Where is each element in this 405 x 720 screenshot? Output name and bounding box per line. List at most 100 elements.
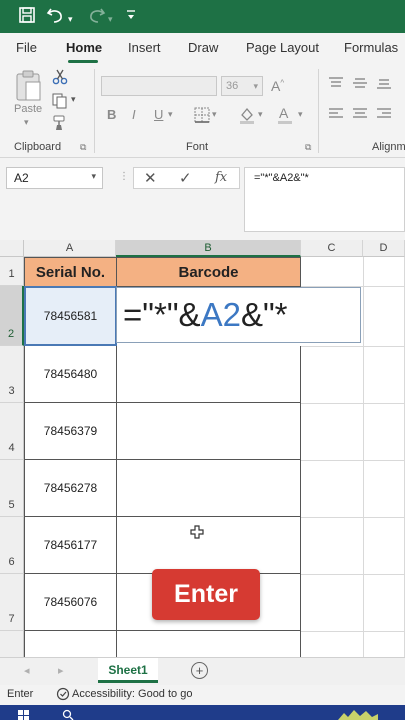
redo-dropdown-icon[interactable]: ▾ (108, 9, 113, 29)
row-header-1[interactable]: 1 (0, 257, 24, 286)
cell-b8[interactable] (116, 631, 301, 657)
cell-b5[interactable] (116, 460, 301, 517)
ribbon-tabs: File Home Insert Draw Page Layout Formul… (0, 33, 405, 63)
enter-key-overlay: Enter (152, 569, 260, 620)
font-color-button[interactable]: A (278, 105, 292, 124)
alignment-group-label: Alignm (372, 141, 405, 153)
row-header-4[interactable]: 4 (0, 403, 24, 460)
formula-suffix: &"* (240, 296, 288, 333)
cell-a4[interactable]: 78456379 (24, 403, 117, 460)
cut-icon[interactable] (52, 69, 68, 90)
font-launcher-icon[interactable]: ⧉ (305, 142, 311, 153)
accessibility-status[interactable]: Accessibility: Good to go (72, 688, 192, 700)
clipboard-launcher-icon[interactable]: ⧉ (80, 142, 86, 153)
paste-label[interactable]: Paste (14, 103, 42, 115)
ribbon-separator (94, 69, 95, 153)
cell-b1[interactable]: Barcode (116, 257, 301, 287)
increase-font-icon[interactable]: A^ (271, 78, 284, 94)
worksheet-grid: A B C D 1 2 3 4 5 6 7 Serial No. Barcode… (0, 240, 405, 657)
accessibility-icon[interactable] (56, 687, 70, 704)
redo-icon[interactable] (86, 6, 106, 29)
row-header-7[interactable]: 7 (0, 574, 24, 631)
cell-a6[interactable]: 78456177 (24, 517, 117, 574)
prev-sheet-icon[interactable]: ◂ (24, 664, 30, 677)
fill-color-dropdown-icon[interactable]: ▾ (258, 109, 263, 120)
name-box-dropdown-icon[interactable]: ▾ (91, 171, 96, 182)
tab-home[interactable]: Home (66, 40, 102, 55)
format-painter-icon[interactable] (52, 115, 68, 136)
windows-start-icon[interactable] (18, 709, 30, 720)
sheet-tab-sheet1[interactable]: Sheet1 (98, 658, 158, 683)
borders-icon[interactable] (194, 107, 210, 128)
column-header-b[interactable]: B (116, 240, 301, 257)
cell-a8[interactable] (24, 631, 117, 657)
cell-a7[interactable]: 78456076 (24, 574, 117, 631)
italic-button[interactable]: I (132, 107, 136, 122)
borders-dropdown-icon[interactable]: ▾ (212, 109, 217, 120)
underline-dropdown-icon[interactable]: ▾ (168, 109, 173, 120)
font-size-value: 36 (226, 80, 239, 92)
confirm-icon[interactable]: ✓ (179, 169, 192, 187)
align-center-icon[interactable] (352, 107, 368, 126)
tab-insert[interactable]: Insert (128, 40, 161, 55)
align-top-icon[interactable] (328, 76, 344, 95)
copy-dropdown-icon[interactable]: ▾ (71, 94, 76, 105)
cell-a5[interactable]: 78456278 (24, 460, 117, 517)
select-all-corner[interactable] (0, 240, 24, 257)
row-header-6[interactable]: 6 (0, 517, 24, 574)
undo-icon[interactable] (46, 6, 66, 29)
bold-button[interactable]: B (107, 107, 116, 122)
ribbon: Paste ▾ ▾ Clipboard ⧉ 36 ▾ A^ B I U ▾ ▾ … (0, 63, 405, 158)
name-box[interactable]: A2 ▾ (6, 167, 103, 189)
cell-b6[interactable] (116, 517, 301, 574)
gridline (301, 517, 405, 518)
add-sheet-icon[interactable]: + (191, 662, 208, 679)
cell-a1[interactable]: Serial No. (24, 257, 117, 287)
tab-file[interactable]: File (16, 40, 37, 55)
font-name-box[interactable] (101, 76, 217, 96)
row-header-8[interactable] (0, 631, 24, 657)
gridline (301, 460, 405, 461)
row-header-3[interactable]: 3 (0, 346, 24, 403)
column-header-c[interactable]: C (301, 240, 363, 257)
more-options-icon[interactable]: ⋮ (119, 171, 129, 182)
align-left-icon[interactable] (328, 107, 344, 126)
status-bar: Enter Accessibility: Good to go (0, 685, 405, 705)
formula-input[interactable]: ="*"&A2&"* (244, 167, 405, 232)
formula-bar-buttons: ✕ ✓ fx (133, 167, 240, 189)
cell-b2-editor[interactable]: ="*"&A2&"* (116, 287, 361, 343)
cell-a2[interactable]: 78456581 (24, 286, 117, 346)
undo-dropdown-icon[interactable]: ▾ (68, 9, 73, 29)
copy-icon[interactable] (52, 93, 68, 114)
cell-a3[interactable]: 78456480 (24, 346, 117, 403)
align-right-icon[interactable] (376, 107, 392, 126)
row-header-2[interactable]: 2 (0, 286, 24, 346)
save-icon[interactable] (18, 6, 36, 29)
column-header-a[interactable]: A (24, 240, 116, 257)
customize-quick-access-icon[interactable] (126, 8, 136, 28)
cancel-icon[interactable]: ✕ (144, 169, 157, 187)
os-taskbar (0, 705, 405, 720)
align-middle-icon[interactable] (352, 76, 368, 95)
font-color-dropdown-icon[interactable]: ▾ (298, 109, 303, 120)
next-sheet-icon[interactable]: ▸ (58, 664, 64, 677)
tab-formulas[interactable]: Formulas (344, 40, 398, 55)
ribbon-separator (318, 69, 319, 153)
column-header-d[interactable]: D (363, 240, 405, 257)
insert-function-icon[interactable]: fx (215, 170, 227, 185)
taskbar-search-icon[interactable] (62, 708, 74, 720)
underline-button[interactable]: U (154, 107, 163, 122)
cell-b4[interactable] (116, 403, 301, 460)
taskbar-weather-icon[interactable] (338, 707, 378, 720)
paste-dropdown-icon[interactable]: ▾ (24, 117, 29, 128)
sheet-tab-bar: ◂ ▸ Sheet1 + (0, 657, 405, 685)
row-header-5[interactable]: 5 (0, 460, 24, 517)
font-size-box[interactable]: 36 ▾ (221, 76, 263, 96)
tab-draw[interactable]: Draw (188, 40, 218, 55)
align-bottom-icon[interactable] (376, 76, 392, 95)
tab-page-layout[interactable]: Page Layout (246, 40, 319, 55)
cell-b3[interactable] (116, 346, 301, 403)
gridline (301, 403, 405, 404)
fill-color-icon[interactable] (238, 106, 256, 129)
font-size-dropdown-icon[interactable]: ▾ (253, 81, 258, 92)
